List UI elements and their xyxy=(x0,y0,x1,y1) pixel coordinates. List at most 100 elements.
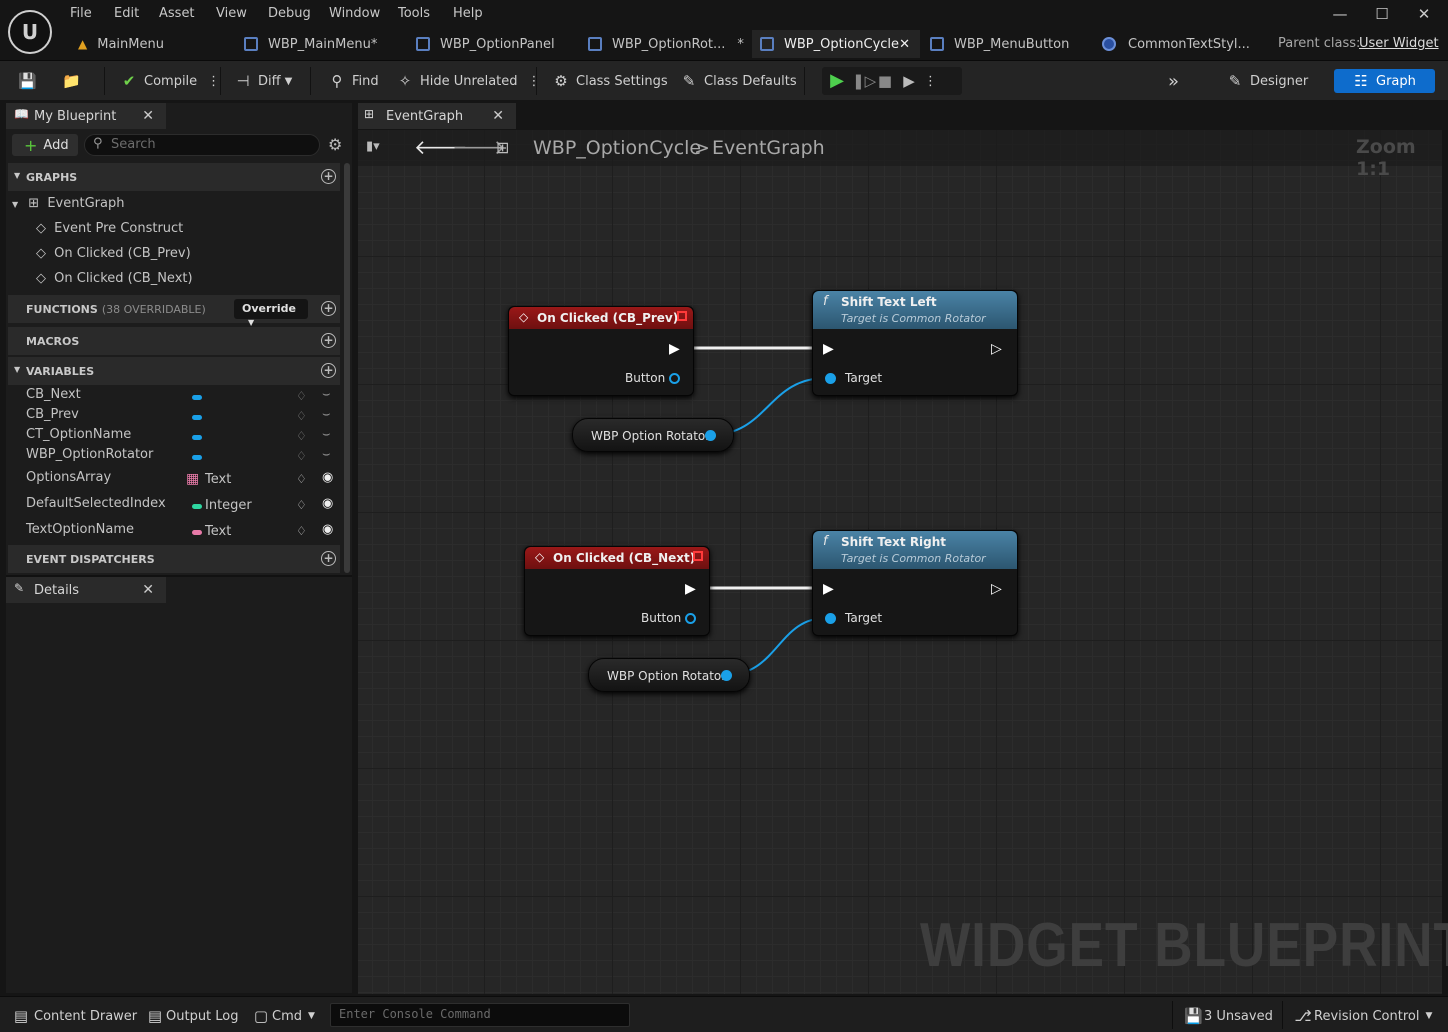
menu-edit[interactable]: Edit xyxy=(114,6,139,21)
unreal-logo-icon[interactable]: U xyxy=(8,10,52,54)
variable-row[interactable]: CT_OptionName ♢ ⌣ xyxy=(26,427,346,449)
unsaved-button[interactable]: 💾 3 Unsaved xyxy=(1184,1005,1273,1027)
replication-bell-icon[interactable]: ♢ xyxy=(296,472,307,486)
menu-view[interactable]: View xyxy=(216,6,247,21)
parent-class-link[interactable]: User Widget xyxy=(1359,36,1439,51)
add-graph-icon[interactable]: + xyxy=(321,169,336,184)
visibility-eye-icon[interactable]: ◉ xyxy=(322,470,333,485)
visibility-eye-icon[interactable]: ◉ xyxy=(322,522,333,537)
close-window-icon[interactable]: ✕ xyxy=(1412,4,1436,24)
tree-eventgraph[interactable]: ▼ ⊞ EventGraph xyxy=(12,196,124,211)
eventgraph-tab[interactable]: ⊞ EventGraph ✕ xyxy=(358,103,516,129)
search-input[interactable]: ⚲ Search xyxy=(84,134,320,156)
delegate-pin-icon[interactable] xyxy=(693,551,703,561)
diff-button[interactable]: ⊣ Diff ▼ xyxy=(234,67,292,95)
save-button[interactable]: 💾 xyxy=(18,67,42,95)
replication-bell-icon[interactable]: ♢ xyxy=(296,409,307,423)
menu-help[interactable]: Help xyxy=(453,6,483,21)
compile-options-icon[interactable]: ⋮ xyxy=(207,74,220,89)
rotator-out-pin[interactable] xyxy=(721,670,732,681)
button-pin[interactable] xyxy=(669,373,680,384)
node-shift-text-left[interactable]: Shift Text Left f Target is Common Rotat… xyxy=(812,290,1018,396)
node-on-clicked-cb-prev[interactable]: On Clicked (CB_Prev) ◇ ▶ Button xyxy=(508,306,694,396)
output-log-button[interactable]: ▤ Output Log xyxy=(146,1005,239,1027)
variable-row[interactable]: CB_Next ♢ ⌣ xyxy=(26,387,346,409)
tree-on-clicked-cb-prev[interactable]: ◇ On Clicked (CB_Prev) xyxy=(36,246,191,261)
tab-wbp-menubutton[interactable]: WBP_MenuButton xyxy=(930,30,1090,58)
functions-section-header[interactable]: FUNCTIONS (38 OVERRIDABLE) Override ▼ + xyxy=(8,295,340,327)
visibility-closed-eye-icon[interactable]: ⌣ xyxy=(322,387,331,402)
close-tab-icon[interactable]: ✕ xyxy=(899,37,910,52)
variables-section-header[interactable]: ▼ VARIABLES + xyxy=(8,357,340,385)
class-defaults-button[interactable]: ✎ Class Defaults xyxy=(680,67,797,95)
variable-row[interactable]: TextOptionName Text ♢ ◉ xyxy=(26,522,346,544)
bookmark-icon[interactable]: ▮▾ xyxy=(366,139,380,154)
add-macro-icon[interactable]: + xyxy=(321,333,336,348)
tab-wbp-optioncycle[interactable]: WBP_OptionCycle ✕ xyxy=(752,30,920,58)
hide-unrelated-button[interactable]: ✧ Hide Unrelated ⋮ xyxy=(396,67,541,95)
designer-button[interactable]: ✎ Designer xyxy=(1226,67,1309,95)
visibility-eye-icon[interactable]: ◉ xyxy=(322,496,333,511)
cmd-dropdown[interactable]: ▢ Cmd ▼ xyxy=(252,1005,315,1027)
tab-wbp-mainmenu[interactable]: WBP_MainMenu* xyxy=(244,30,404,58)
variable-row[interactable]: WBP_OptionRotator ♢ ⌣ xyxy=(26,447,346,469)
variable-row[interactable]: DefaultSelectedIndex Integer ♢ ◉ xyxy=(26,496,346,518)
node-shift-text-right[interactable]: Shift Text Right f Target is Common Rota… xyxy=(812,530,1018,636)
event-graph-canvas[interactable]: On Clicked (CB_Prev) ◇ ▶ Button Shift Te… xyxy=(358,130,1442,994)
add-variable-icon[interactable]: + xyxy=(321,363,336,378)
exec-in-pin[interactable]: ▶ xyxy=(823,341,834,357)
step-icon[interactable]: ❚▷ xyxy=(852,72,876,90)
target-pin[interactable] xyxy=(825,373,836,384)
play-icon[interactable]: ▶ xyxy=(828,72,846,90)
tab-commontextstyle[interactable]: CommonTextStyl... xyxy=(1102,30,1262,58)
exec-out-pin[interactable]: ▷ xyxy=(991,581,1002,597)
button-pin[interactable] xyxy=(685,613,696,624)
find-button[interactable]: ⚲ Find xyxy=(328,67,379,95)
panel-scrollbar[interactable] xyxy=(344,163,350,573)
variable-row[interactable]: OptionsArray ▦ Text ♢ ◉ xyxy=(26,470,346,492)
details-tab[interactable]: ✎ Details ✕ xyxy=(6,577,166,603)
node-wbp-option-rotator[interactable]: WBP Option Rotator xyxy=(588,658,750,692)
replication-bell-icon[interactable]: ♢ xyxy=(296,449,307,463)
expand-toolbar-icon[interactable]: » xyxy=(1168,67,1179,95)
my-blueprint-tab[interactable]: 📖 My Blueprint ✕ xyxy=(6,103,166,129)
macros-section-header[interactable]: MACROS + xyxy=(8,327,340,355)
graph-mode-button[interactable]: ☷ Graph xyxy=(1334,69,1435,93)
menu-file[interactable]: File xyxy=(70,6,92,21)
hide-unrelated-options-icon[interactable]: ⋮ xyxy=(528,74,541,89)
replication-bell-icon[interactable]: ♢ xyxy=(296,524,307,538)
replication-bell-icon[interactable]: ♢ xyxy=(296,429,307,443)
exec-out-pin[interactable]: ▷ xyxy=(991,341,1002,357)
close-tab-icon[interactable]: ✕ xyxy=(142,582,154,598)
class-settings-button[interactable]: ⚙ Class Settings xyxy=(552,67,667,95)
possess-icon[interactable]: ▶ xyxy=(900,72,918,90)
breadcrumb-root[interactable]: WBP_OptionCycle xyxy=(533,137,701,159)
graphs-section-header[interactable]: ▼ GRAPHS + xyxy=(8,163,340,191)
close-tab-icon[interactable]: ✕ xyxy=(142,108,154,124)
menu-tools[interactable]: Tools xyxy=(398,6,430,21)
exec-out-pin[interactable]: ▶ xyxy=(685,581,696,597)
delegate-pin-icon[interactable] xyxy=(677,311,687,321)
exec-in-pin[interactable]: ▶ xyxy=(823,581,834,597)
play-options-icon[interactable]: ⋮ xyxy=(924,74,937,89)
tab-wbp-optionpanel[interactable]: WBP_OptionPanel xyxy=(416,30,576,58)
revision-control-button[interactable]: ⎇ Revision Control ▼ xyxy=(1294,1005,1432,1027)
add-function-icon[interactable]: + xyxy=(321,301,336,316)
replication-bell-icon[interactable]: ♢ xyxy=(296,389,307,403)
add-button[interactable]: + Add xyxy=(12,134,78,156)
maximize-icon[interactable]: ☐ xyxy=(1370,4,1394,24)
console-command-input[interactable]: Enter Console Command xyxy=(330,1003,630,1027)
add-dispatcher-icon[interactable]: + xyxy=(321,551,336,566)
override-dropdown[interactable]: Override ▼ xyxy=(234,299,308,327)
content-drawer-button[interactable]: ▤ Content Drawer xyxy=(12,1005,137,1027)
compile-button[interactable]: ✔ Compile ⋮ xyxy=(120,67,220,95)
tab-wbp-optionrotator[interactable]: WBP_OptionRot... * xyxy=(588,30,748,58)
variable-row[interactable]: CB_Prev ♢ ⌣ xyxy=(26,407,346,429)
exec-out-pin[interactable]: ▶ xyxy=(669,341,680,357)
visibility-closed-eye-icon[interactable]: ⌣ xyxy=(322,427,331,442)
visibility-closed-eye-icon[interactable]: ⌣ xyxy=(322,447,331,462)
menu-window[interactable]: Window xyxy=(329,6,380,21)
menu-debug[interactable]: Debug xyxy=(268,6,311,21)
close-tab-icon[interactable]: ✕ xyxy=(492,108,504,124)
settings-gear-icon[interactable]: ⚙ xyxy=(328,135,342,154)
